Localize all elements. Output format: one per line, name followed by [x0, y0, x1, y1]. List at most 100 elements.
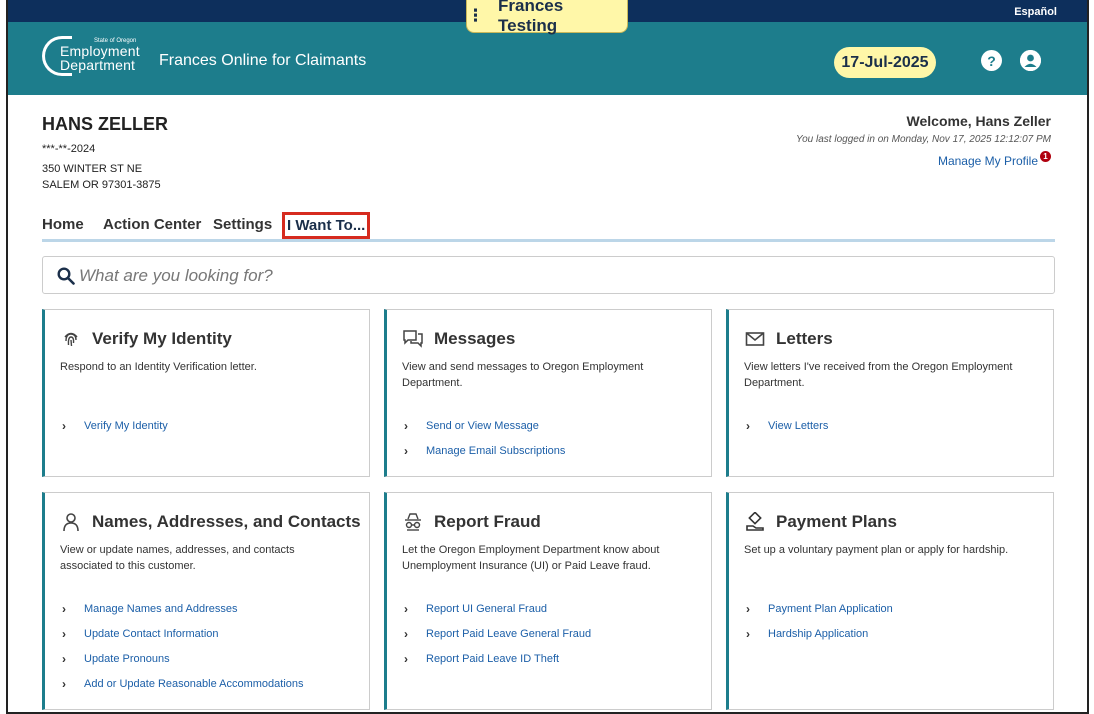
hand-money-icon — [744, 511, 766, 533]
verify-identity-link[interactable]: › Verify My Identity — [62, 413, 168, 438]
chevron-right-icon: › — [62, 651, 66, 666]
report-paid-leave-fraud-link[interactable]: › Report Paid Leave General Fraud — [404, 621, 591, 646]
report-paid-leave-id-theft-link[interactable]: › Report Paid Leave ID Theft — [404, 646, 591, 671]
card-links: › Manage Names and Addresses › Update Cont… — [62, 596, 304, 696]
app-window: Español ⋮ Frances Testing State of Orego… — [6, 0, 1089, 714]
chevron-right-icon: › — [62, 418, 66, 433]
search-bar — [42, 256, 1055, 294]
link-label: Verify My Identity — [84, 419, 168, 432]
card-title: Verify My Identity — [92, 329, 232, 348]
chevron-right-icon: › — [404, 418, 408, 433]
manage-names-addresses-link[interactable]: › Manage Names and Addresses — [62, 596, 304, 621]
chevron-right-icon: › — [746, 601, 750, 616]
environment-banner[interactable]: ⋮ Frances Testing — [466, 0, 628, 35]
chevron-right-icon: › — [746, 418, 750, 433]
customer-ssn: ***-**-2024 — [42, 143, 96, 155]
link-label: Add or Update Reasonable Accommodations — [84, 677, 304, 690]
update-pronouns-link[interactable]: › Update Pronouns — [62, 646, 304, 671]
manage-email-subscriptions-link[interactable]: › Manage Email Subscriptions — [404, 438, 565, 463]
agency-logo[interactable]: State of Oregon Employment Department — [42, 32, 152, 84]
report-ui-fraud-link[interactable]: › Report UI General Fraud — [404, 596, 591, 621]
view-letters-link[interactable]: › View Letters — [746, 413, 828, 438]
tab-settings[interactable]: Settings — [213, 216, 272, 233]
card-header: Report Fraud — [402, 511, 541, 533]
card-header: Names, Addresses, and Contacts — [60, 511, 361, 533]
link-label: Report Paid Leave ID Theft — [426, 652, 560, 665]
search-icon — [57, 267, 75, 285]
card-description: View or update names, addresses, and con… — [60, 544, 295, 572]
card-title: Report Fraud — [434, 512, 541, 531]
card-payment-plans: Payment Plans Set up a voluntary payment… — [726, 492, 1054, 710]
card-report-fraud: Report Fraud Let the Oregon Employment D… — [384, 492, 712, 710]
chevron-right-icon: › — [746, 626, 750, 641]
link-label: Manage Names and Addresses — [84, 602, 238, 615]
welcome-message: Welcome, Hans Zeller — [906, 113, 1051, 129]
date-pill: 17-Jul-2025 — [834, 47, 936, 78]
customer-address-line2: SALEM OR 97301-3875 — [42, 179, 161, 191]
update-contact-info-link[interactable]: › Update Contact Information — [62, 621, 304, 646]
reasonable-accommodations-link[interactable]: › Add or Update Reasonable Accommodations — [62, 671, 304, 696]
chevron-right-icon: › — [404, 443, 408, 458]
card-title: Names, Addresses, and Contacts — [92, 512, 361, 531]
link-label: Hardship Application — [768, 627, 869, 640]
fingerprint-icon — [60, 328, 82, 350]
card-description: View and send messages to Oregon Employm… — [402, 361, 644, 389]
kebab-icon: ⋮ — [467, 6, 484, 25]
card-links: › Payment Plan Application › Hardship Appl… — [746, 596, 893, 646]
help-icon[interactable]: ? — [981, 50, 1002, 71]
environment-label: Frances Testing — [498, 0, 564, 35]
tab-action-center[interactable]: Action Center — [103, 216, 201, 233]
card-description: Let the Oregon Employment Department kno… — [402, 544, 660, 572]
card-description: Respond to an Identity Verification lett… — [60, 361, 257, 373]
card-header: Letters — [744, 328, 833, 350]
send-view-message-link[interactable]: › Send or View Message — [404, 413, 565, 438]
manage-profile-link[interactable]: Manage My Profile — [938, 154, 1038, 168]
notification-badge: 1 — [1040, 151, 1051, 162]
card-header: Payment Plans — [744, 511, 897, 533]
app-title: Frances Online for Claimants — [159, 52, 367, 69]
search-input[interactable] — [79, 263, 1039, 289]
card-names-addresses-contacts: Names, Addresses, and Contacts View or u… — [42, 492, 370, 710]
link-label: Send or View Message — [426, 419, 539, 432]
card-links: › Report UI General Fraud › Report Paid Le… — [404, 596, 591, 671]
link-label: Update Pronouns — [84, 652, 170, 665]
card-description: Set up a voluntary payment plan or apply… — [744, 544, 1009, 556]
card-title: Letters — [776, 329, 833, 348]
card-description: View letters I've received from the Oreg… — [744, 361, 1013, 389]
logo-line2: Department — [60, 57, 136, 73]
card-title: Messages — [434, 329, 516, 348]
card-verify-identity: Verify My Identity Respond to an Identit… — [42, 309, 370, 477]
link-label: View Letters — [768, 419, 829, 432]
link-label: Report UI General Fraud — [426, 602, 548, 615]
chevron-right-icon: › — [62, 601, 66, 616]
language-link[interactable]: Español — [1014, 6, 1057, 18]
card-header: Verify My Identity — [60, 328, 232, 350]
card-links: › Send or View Message › Manage Email Subs… — [404, 413, 565, 463]
last-login: You last logged in on Monday, Nov 17, 20… — [796, 134, 1051, 145]
card-links: › View Letters — [746, 413, 828, 438]
card-title: Payment Plans — [776, 512, 897, 531]
hardship-application-link[interactable]: › Hardship Application — [746, 621, 893, 646]
tab-home[interactable]: Home — [42, 216, 84, 233]
user-silhouette-icon — [1020, 50, 1041, 71]
tab-i-want-to[interactable]: I Want To... — [282, 212, 371, 239]
chevron-right-icon: › — [62, 626, 66, 641]
chevron-right-icon: › — [62, 676, 66, 691]
person-icon — [60, 511, 82, 533]
customer-name: HANS ZELLER — [42, 114, 168, 134]
chevron-right-icon: › — [404, 601, 408, 616]
main-nav: Home Action Center Settings I Want To... — [42, 210, 1055, 242]
payment-plan-application-link[interactable]: › Payment Plan Application — [746, 596, 893, 621]
link-label: Payment Plan Application — [768, 602, 893, 615]
user-account-icon[interactable] — [1020, 50, 1041, 71]
spy-icon — [402, 511, 424, 533]
card-messages: Messages View and send messages to Orego… — [384, 309, 712, 477]
link-label: Manage Email Subscriptions — [426, 444, 566, 457]
chevron-right-icon: › — [404, 626, 408, 641]
card-header: Messages — [402, 328, 515, 350]
link-label: Update Contact Information — [84, 627, 219, 640]
customer-address-line1: 350 WINTER ST NE — [42, 163, 143, 175]
card-links: › Verify My Identity — [62, 413, 168, 438]
card-letters: Letters View letters I've received from … — [726, 309, 1054, 477]
envelope-icon — [744, 328, 766, 350]
